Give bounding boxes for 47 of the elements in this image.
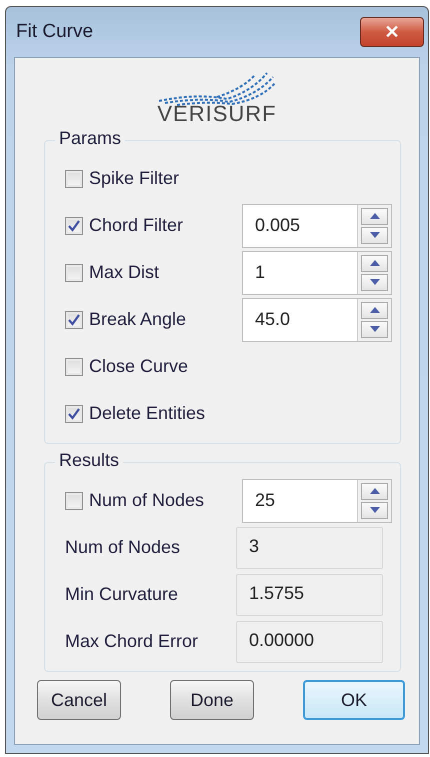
readout-field: 0.00000 [236, 620, 383, 662]
checkbox-label[interactable]: Num of Nodes [89, 490, 204, 511]
checkbox-label[interactable]: Break Angle [89, 309, 186, 330]
spin-field[interactable]: 25 [242, 478, 392, 522]
checkbox[interactable] [65, 492, 83, 510]
wing-logo-icon [157, 71, 277, 107]
checkbox-label[interactable]: Chord Filter [89, 215, 184, 236]
field-label: Num of Nodes [65, 537, 180, 558]
spin-down-button[interactable] [361, 274, 388, 290]
down-arrow-icon [370, 507, 380, 513]
spin-down-button[interactable] [361, 320, 388, 338]
checkbox-label[interactable]: Spike Filter [89, 168, 180, 189]
checkbox[interactable] [65, 404, 83, 422]
checkbox-label[interactable]: Close Curve [89, 356, 188, 377]
up-arrow-icon [370, 488, 380, 494]
checkbox[interactable] [65, 264, 83, 282]
spin-field[interactable]: 45.0 [242, 298, 392, 342]
spin-field[interactable]: 1 [242, 250, 392, 294]
up-arrow-icon [370, 260, 380, 266]
down-arrow-icon [370, 326, 380, 332]
checkbox[interactable] [65, 170, 83, 188]
field-label: Min Curvature [65, 584, 178, 605]
checkbox-label[interactable]: Delete Entities [89, 403, 206, 424]
dialog-button[interactable]: Done [170, 680, 254, 720]
spin-down-button[interactable] [361, 226, 388, 244]
spin-up-button[interactable] [361, 254, 388, 272]
checkbox[interactable] [65, 216, 83, 234]
close-button[interactable]: ✕ [360, 17, 424, 47]
checkbox[interactable] [65, 310, 83, 328]
spin-up-button[interactable] [361, 302, 388, 318]
spin-down-button[interactable] [361, 502, 388, 518]
readout-field: 1.5755 [236, 574, 383, 616]
up-arrow-icon [370, 213, 380, 219]
down-arrow-icon [370, 232, 380, 238]
up-arrow-icon [370, 307, 380, 313]
readout-field: 3 [236, 526, 383, 568]
logo-text: VERISURF [157, 101, 277, 127]
dialog-button[interactable]: Cancel [37, 680, 121, 720]
spin-up-button[interactable] [361, 482, 388, 500]
field-label: Max Chord Error [65, 631, 198, 652]
dialog-button[interactable]: OK [303, 680, 405, 720]
checkbox-label[interactable]: Max Dist [89, 262, 160, 283]
down-arrow-icon [370, 279, 380, 285]
checkbox[interactable] [65, 358, 83, 376]
window-title: Fit Curve [15, 21, 94, 43]
spin-up-button[interactable] [361, 208, 388, 224]
spin-field[interactable]: 0.005 [242, 204, 392, 248]
